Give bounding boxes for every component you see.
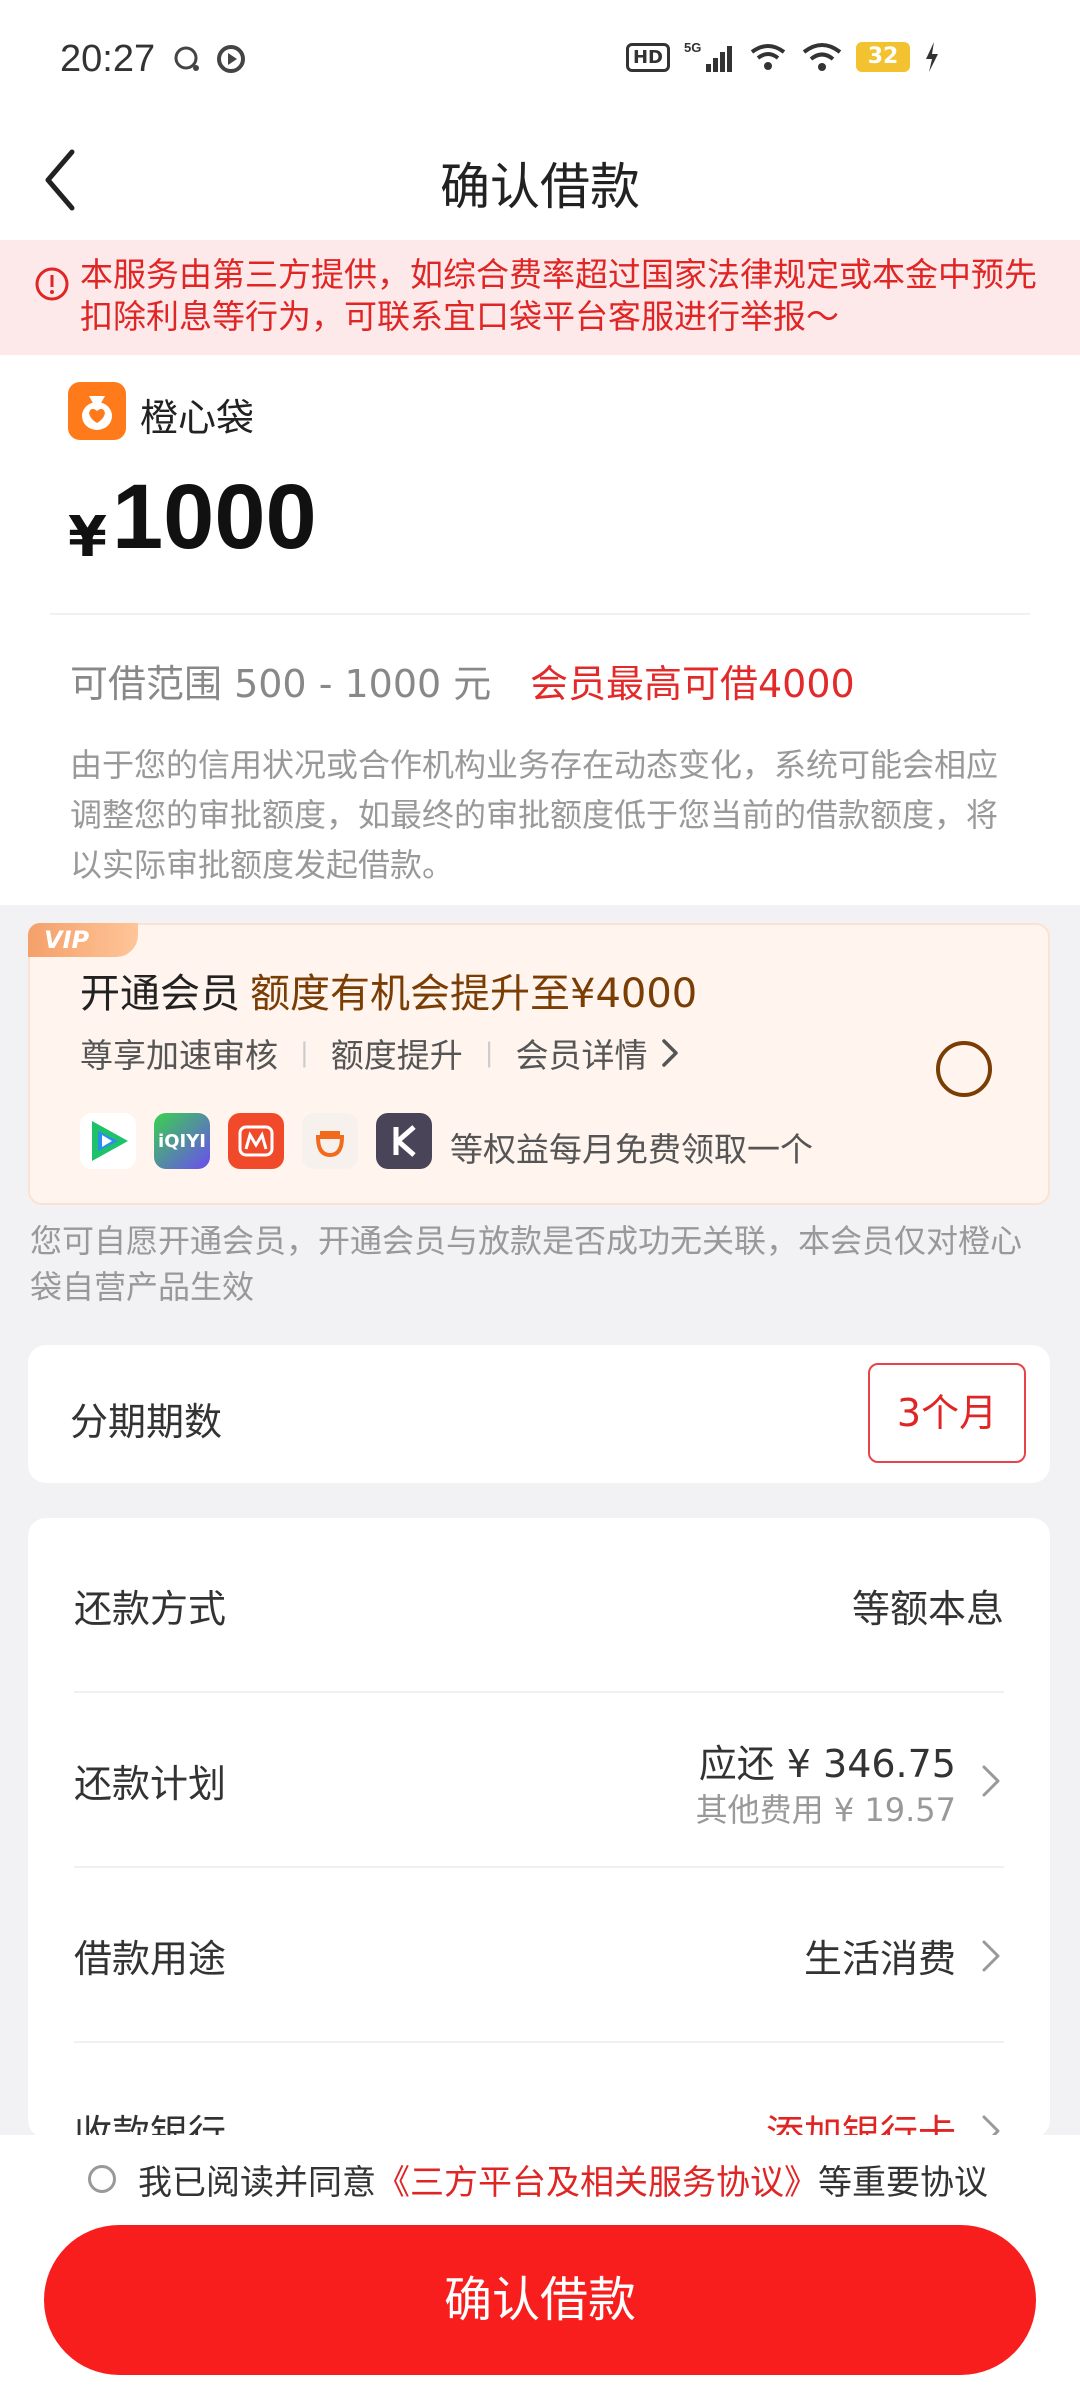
agreement-suffix: 等重要协议	[818, 2163, 988, 2203]
borrow-range: 可借范围 500 - 1000 元	[70, 662, 492, 706]
other-fees: 其他费用 ¥ 19.57	[695, 1791, 956, 1829]
status-notification-icons	[172, 44, 246, 74]
benefit-text: 等权益每月免费领取一个	[450, 1130, 813, 1169]
repayment-details-card: 还款方式 等额本息 还款计划 应还 ¥ 346.75 其他费用 ¥ 19.57 …	[28, 1518, 1050, 2138]
play-icon	[217, 45, 245, 73]
brand-name: 橙心袋	[140, 396, 255, 440]
chevron-right-icon	[982, 1765, 1000, 1797]
iqiyi-icon: iQIYI	[154, 1113, 210, 1169]
agreement-checkbox[interactable]	[88, 2165, 116, 2193]
perk-limit-boost: 额度提升	[330, 1036, 463, 1075]
currency-symbol: ¥	[68, 505, 107, 570]
confirm-loan-button[interactable]: 确认借款	[44, 2225, 1036, 2375]
money-bag-icon	[82, 396, 112, 430]
wifi-icon	[802, 43, 842, 71]
receiving-bank-label: 收款银行	[74, 2112, 227, 2138]
loan-purpose-value: 生活消费	[803, 1937, 956, 1981]
vip-details-link[interactable]: 会员详情	[516, 1029, 648, 1077]
repayment-method-label: 还款方式	[74, 1587, 227, 1631]
svg-text:5G: 5G	[684, 40, 701, 55]
agreement-link[interactable]: 《三方平台及相关服务协议》	[376, 2163, 818, 2203]
loan-purpose-row[interactable]: 借款用途 生活消费	[74, 1868, 1004, 2043]
repayment-plan-label: 还款计划	[74, 1762, 227, 1806]
perk-separator: |	[484, 1038, 494, 1068]
status-time: 20:27	[60, 38, 156, 80]
signal-icon: 5G	[684, 40, 732, 72]
vip-tag: VIP	[28, 923, 138, 957]
partner-icons: iQIYI	[80, 1113, 432, 1169]
loan-amount[interactable]: 1000	[112, 465, 317, 570]
vip-disclaimer: 您可自愿开通会员，开通会员与放款是否成功无关联，本会员仅对橙心袋自营产品生效	[30, 1222, 1023, 1306]
vip-select-radio[interactable]	[936, 1041, 992, 1097]
agreement-prefix: 我已阅读并同意	[138, 2163, 376, 2203]
notice-text: 本服务由第三方提供，如综合费率超过国家法律规定或本金中预先扣除利息等行为，可联系…	[80, 255, 1037, 336]
status-right-icons: HD 5G 32	[625, 40, 940, 74]
loan-amount-card: 橙心袋 ¥ 1000 可借范围 500 - 1000 元 会员最高可借4000 …	[0, 355, 1080, 905]
charging-icon	[926, 42, 938, 72]
wifi-transfer-icon	[750, 44, 786, 70]
divider	[50, 613, 1030, 615]
chevron-right-icon	[982, 1940, 1000, 1972]
chevron-right-icon	[661, 1039, 678, 1067]
battery-icon: 32	[856, 42, 910, 72]
loan-purpose-label: 借款用途	[74, 1937, 227, 1981]
status-bar: 20:27 HD 5G 32	[0, 0, 1080, 125]
risk-notice-banner: 本服务由第三方提供，如综合费率超过国家法律规定或本金中预先扣除利息等行为，可联系…	[0, 240, 1080, 355]
repayment-plan-row[interactable]: 还款计划 应还 ¥ 346.75 其他费用 ¥ 19.57	[74, 1693, 1004, 1868]
vip-membership-card[interactable]: VIP 开通会员 额度有机会提升至¥4000 尊享加速审核 | 额度提升 | 会…	[28, 923, 1050, 1205]
bottom-action-panel: 我已阅读并同意《三方平台及相关服务协议》等重要协议 确认借款	[0, 2135, 1080, 2408]
vip-title: 开通会员	[80, 971, 240, 1017]
term-label: 分期期数	[70, 1400, 223, 1444]
didi-icon	[302, 1113, 358, 1169]
brand-logo	[68, 382, 126, 440]
nav-bar: 确认借款	[0, 125, 1080, 240]
tencent-video-icon	[80, 1113, 136, 1169]
mango-tv-icon	[228, 1113, 284, 1169]
installment-term-card: 分期期数 3个月	[28, 1345, 1050, 1483]
warning-icon	[35, 267, 69, 301]
vip-perks: 尊享加速审核 | 额度提升 | 会员详情	[80, 1029, 684, 1077]
hd-badge: HD	[625, 42, 670, 72]
chevron-right-icon	[982, 2115, 1000, 2138]
vip-subtitle: 额度有机会提升至¥4000	[250, 971, 698, 1017]
agreement-text: 我已阅读并同意《三方平台及相关服务协议》等重要协议	[138, 2155, 988, 2204]
repayment-method-row: 还款方式 等额本息	[74, 1518, 1004, 1693]
vip-max-amount: 会员最高可借4000	[530, 662, 855, 706]
add-bank-card-link[interactable]: 添加银行卡	[766, 2103, 956, 2138]
term-option-3-months[interactable]: 3个月	[868, 1363, 1026, 1463]
repayment-amount: 应还 ¥ 346.75	[698, 1742, 956, 1786]
perk-separator: |	[300, 1038, 309, 1068]
chat-bubble-icon	[174, 46, 199, 71]
receiving-bank-row[interactable]: 收款银行 添加银行卡	[74, 2043, 1004, 2138]
perk-fast-review: 尊享加速审核	[80, 1036, 278, 1075]
repayment-method-value: 等额本息	[851, 1587, 1004, 1631]
page-title: 确认借款	[440, 158, 640, 216]
credit-description: 由于您的信用状况或合作机构业务存在动态变化，系统可能会相应调整您的审批额度，如最…	[70, 746, 999, 884]
keep-icon	[376, 1113, 432, 1169]
